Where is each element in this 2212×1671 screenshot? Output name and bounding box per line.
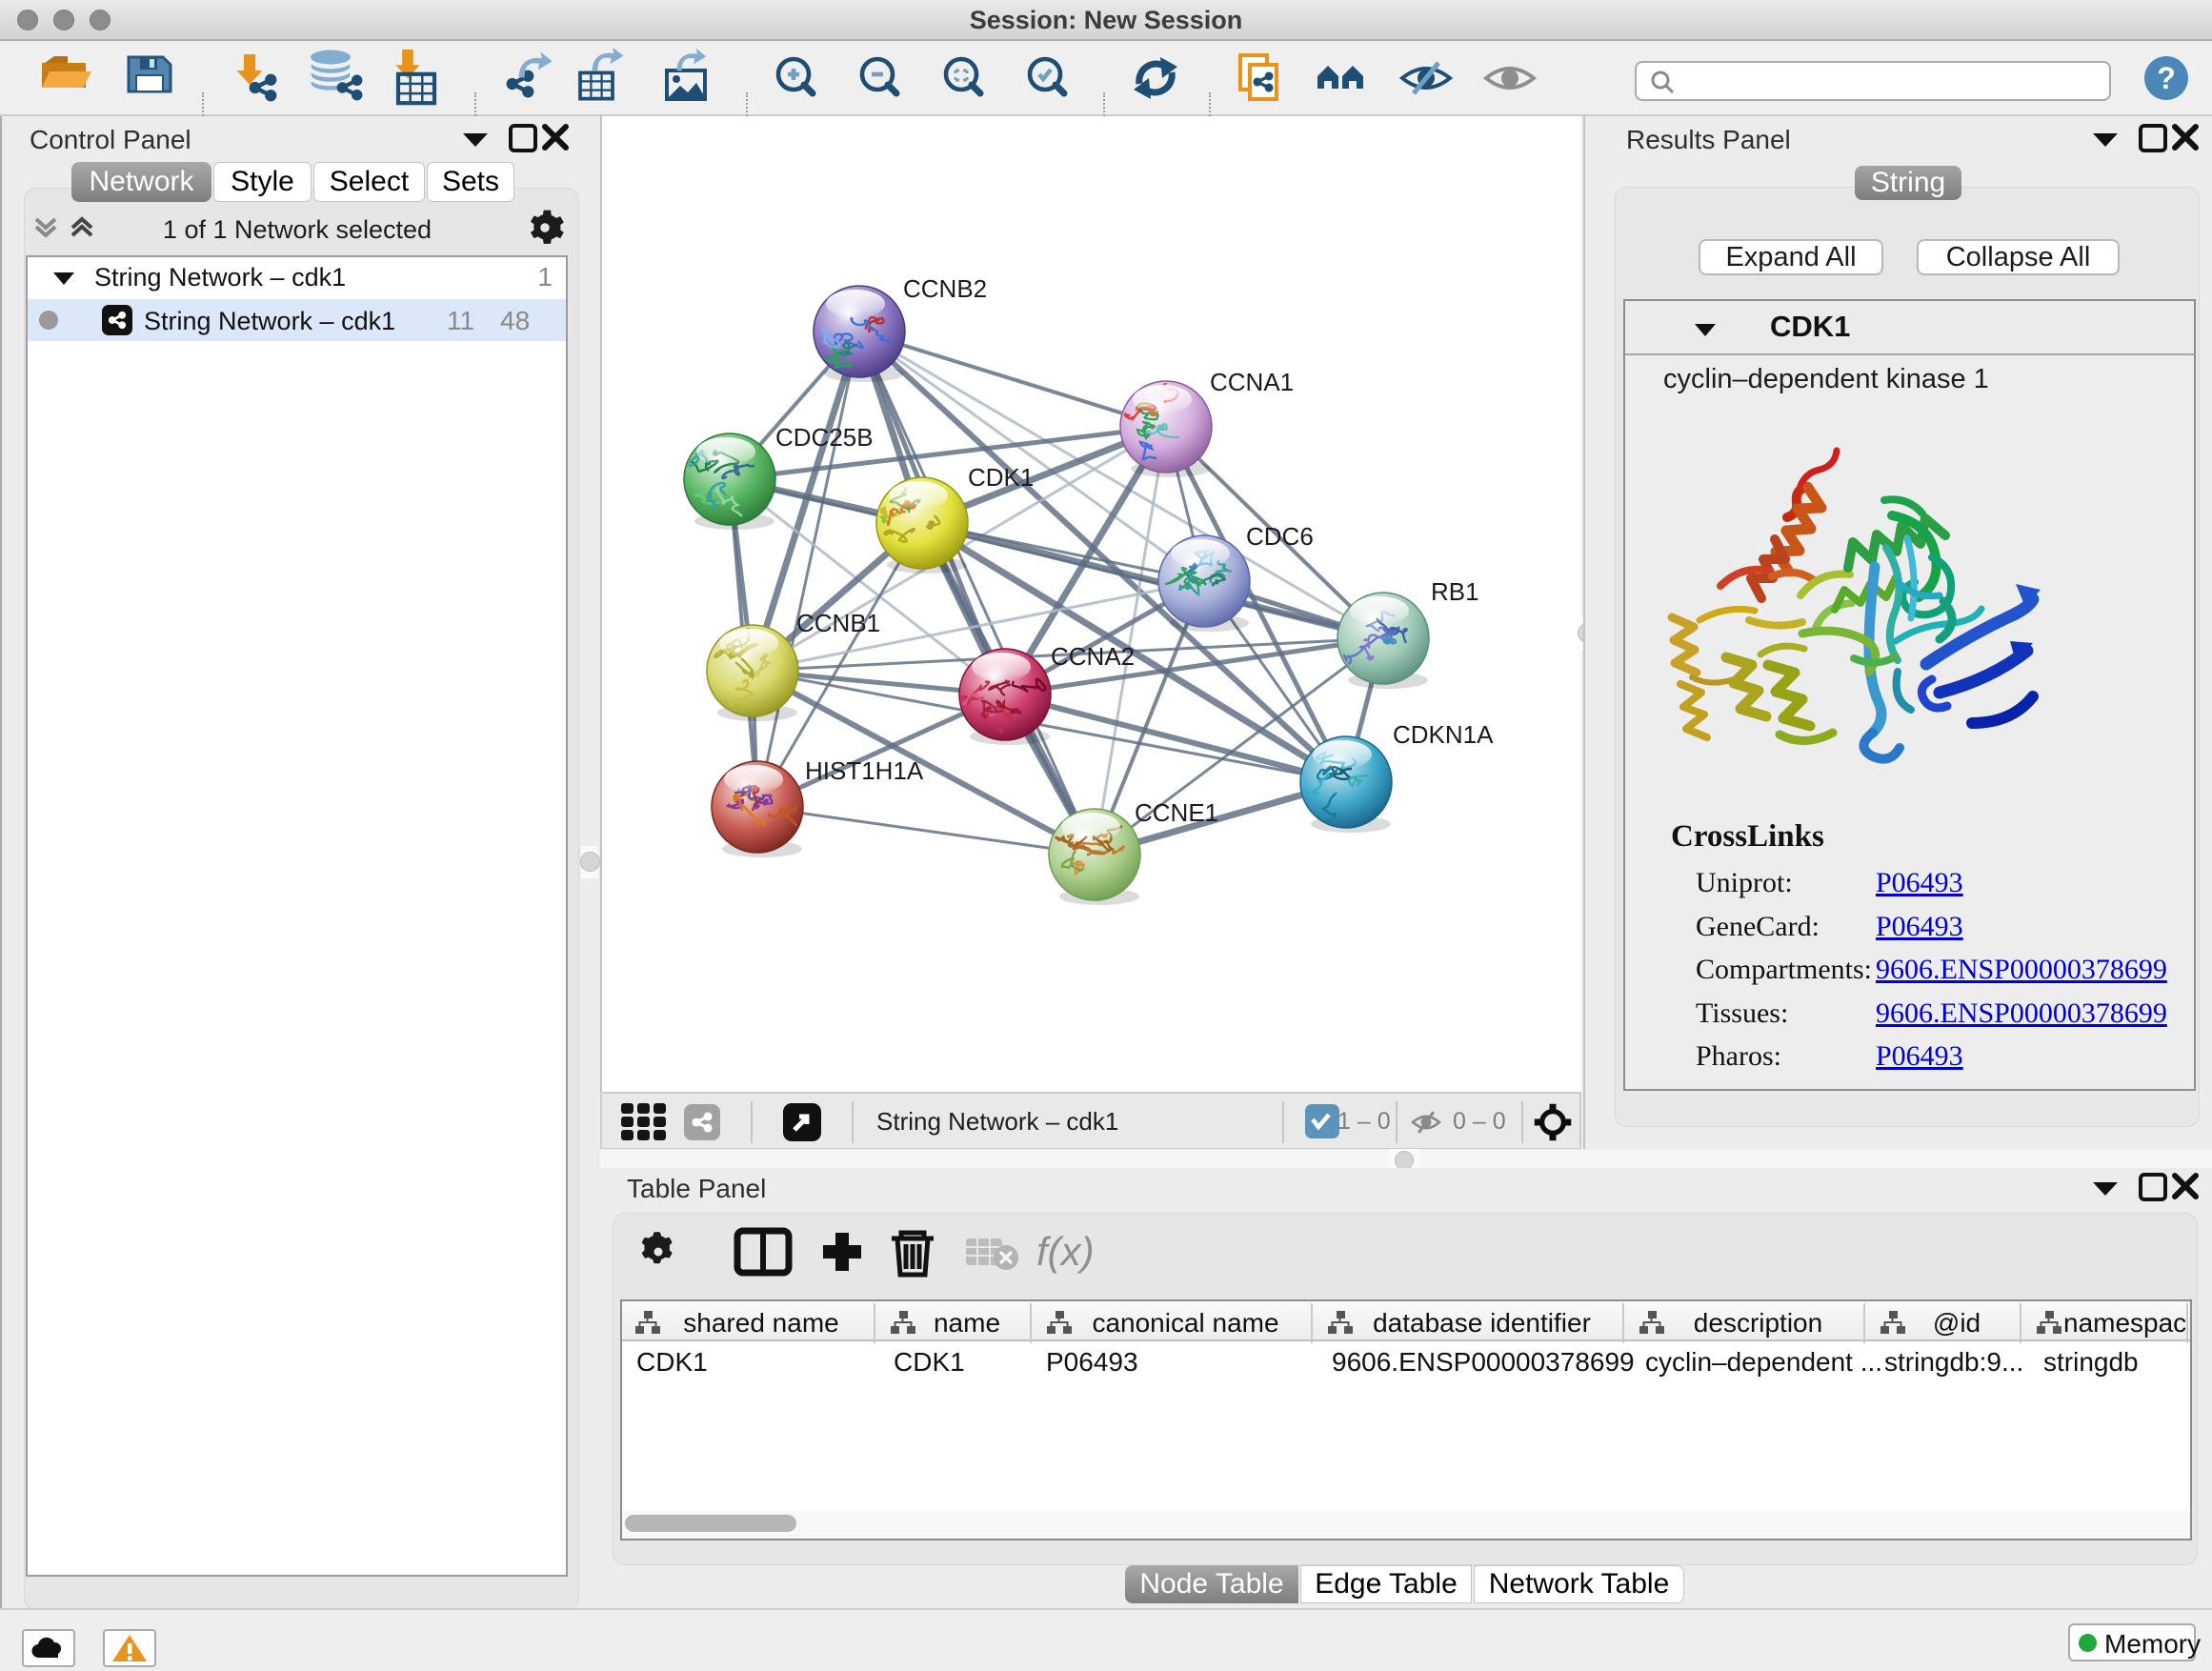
svg-text:CDC6: CDC6 bbox=[1246, 522, 1314, 551]
svg-text:CDK1: CDK1 bbox=[968, 463, 1034, 492]
svg-text:HIST1H1A: HIST1H1A bbox=[805, 756, 924, 785]
svg-text:f(x): f(x) bbox=[1036, 1229, 1094, 1274]
svg-text:CDKN1A: CDKN1A bbox=[1393, 720, 1494, 749]
svg-text:CCNE1: CCNE1 bbox=[1135, 798, 1218, 827]
svg-text:CCNB2: CCNB2 bbox=[903, 274, 987, 303]
svg-text:CCNA2: CCNA2 bbox=[1051, 642, 1135, 671]
svg-text:CCNB1: CCNB1 bbox=[796, 609, 880, 637]
svg-text:CDC25B: CDC25B bbox=[775, 423, 874, 452]
svg-text:CCNA1: CCNA1 bbox=[1210, 368, 1294, 396]
svg-text:RB1: RB1 bbox=[1431, 577, 1479, 606]
